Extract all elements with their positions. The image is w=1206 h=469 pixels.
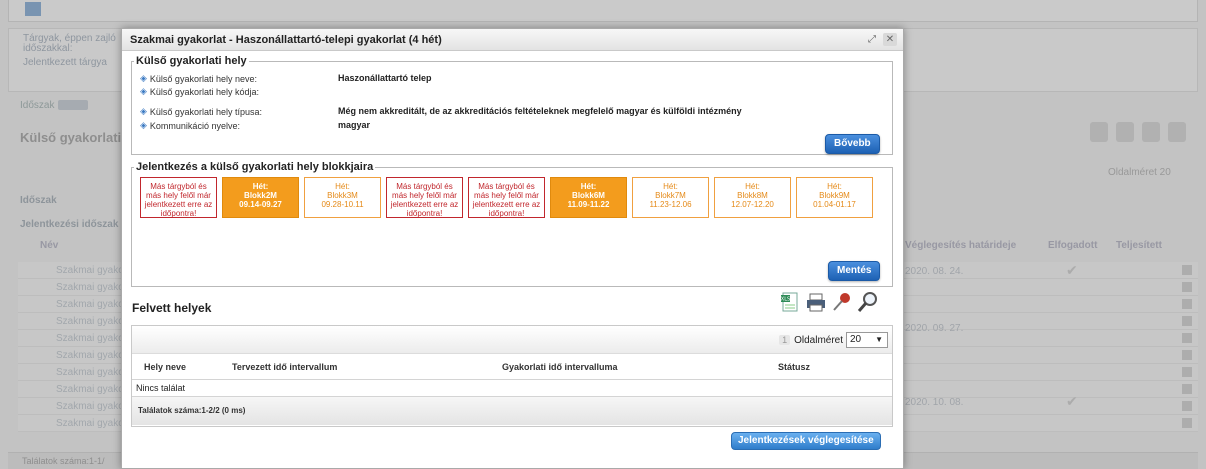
bullet-icon: ◈ (140, 86, 147, 96)
maximize-icon[interactable]: ⤢ (865, 33, 879, 46)
block-taken: Más tárgyból és más hely felől már jelentk… (140, 177, 217, 218)
external-site-legend: Külső gyakorlati hely (136, 55, 247, 67)
field-label: Külső gyakorlati hely kódja: (149, 86, 259, 97)
grid-header: Hely neve Tervezett idő intervallum Gyak… (132, 354, 892, 380)
grid-footer: Találatok száma:1-2/2 (0 ms) (132, 397, 892, 425)
block-free[interactable]: Hét: Blokk3M 09.28-10.11 (304, 177, 381, 218)
more-button[interactable]: Bővebb (825, 134, 880, 154)
column-header[interactable]: Hely neve (144, 362, 186, 372)
grid-toolbar: 1 Oldalméret 20 ▼ (132, 326, 892, 354)
field-value: Még nem akkreditált, de az akkreditációs… (338, 106, 742, 116)
taken-places-title: Felvett helyek (132, 301, 212, 315)
search-icon[interactable] (857, 291, 879, 313)
block-selected[interactable]: Hét: Blokk6M 11.09-11.22 (550, 177, 627, 218)
save-button[interactable]: Mentés (828, 261, 881, 281)
modal-title: Szakmai gyakorlat - Haszonállattartó-tel… (130, 33, 442, 46)
bullet-icon: ◈ (140, 106, 147, 116)
chevron-down-icon: ▼ (875, 335, 883, 344)
modal-titlebar[interactable]: Szakmai gyakorlat - Haszonállattartó-tel… (122, 29, 903, 51)
bullet-icon: ◈ (140, 73, 147, 83)
column-header[interactable]: Gyakorlati idő intervalluma (502, 362, 618, 372)
field-label: Kommunikáció nyelve: (149, 120, 240, 131)
column-header[interactable]: Tervezett idő intervallum (232, 362, 337, 372)
field-row: ◈ Kommunikáció nyelve: (140, 120, 240, 131)
field-value: magyar (338, 120, 371, 130)
page-size-select[interactable]: 20 ▼ (846, 332, 888, 348)
block-free[interactable]: Hét: Blokk8M 12.07-12.20 (714, 177, 791, 218)
field-row: ◈ Külső gyakorlati hely kódja: (140, 86, 259, 97)
block-taken: Más tárgyból és más hely felől már jelentk… (468, 177, 545, 218)
finalize-button[interactable]: Jelentkezések véglegesítése (731, 432, 881, 450)
close-icon[interactable]: ✕ (883, 33, 897, 46)
svg-text:XLS: XLS (781, 297, 790, 303)
page-number[interactable]: 1 (779, 335, 791, 345)
pin-icon[interactable] (831, 291, 853, 313)
window-buttons: ⤢ ✕ (865, 33, 897, 46)
block-taken: Más tárgyból és más hely felől már jelentk… (386, 177, 463, 218)
empty-result: Nincs találat (132, 380, 892, 397)
excel-export-icon[interactable]: XLS (779, 291, 801, 313)
taken-places-grid: 1 Oldalméret 20 ▼ Hely neve Tervezett idő… (131, 325, 893, 427)
block-selected[interactable]: Hét: Blokk2M 09.14-09.27 (222, 177, 299, 218)
bullet-icon: ◈ (140, 120, 147, 130)
block-free[interactable]: Hét: Blokk9M 01.04-01.17 (796, 177, 873, 218)
pager: 1 Oldalméret 20 ▼ (779, 332, 888, 348)
block-free[interactable]: Hét: Blokk7M 11.23-12.06 (632, 177, 709, 218)
field-row: ◈ Külső gyakorlati hely típusa: (140, 106, 262, 117)
registration-legend: Jelentkezés a külső gyakorlati hely blok… (136, 161, 374, 173)
modal-body: Külső gyakorlati hely ◈ Külső gyakorlati … (128, 55, 897, 468)
field-value: Haszonállattartó telep (338, 73, 432, 83)
modal-dialog: Szakmai gyakorlat - Haszonállattartó-tel… (121, 28, 904, 469)
field-row: ◈ Külső gyakorlati hely neve: (140, 73, 257, 84)
page-size-label: Oldalméret (794, 334, 843, 346)
column-header[interactable]: Státusz (778, 362, 810, 372)
field-label: Külső gyakorlati hely neve: (149, 73, 257, 84)
print-icon[interactable] (805, 291, 827, 313)
field-label: Külső gyakorlati hely típusa: (149, 106, 262, 117)
external-site-fieldset: Külső gyakorlati hely (131, 55, 893, 155)
